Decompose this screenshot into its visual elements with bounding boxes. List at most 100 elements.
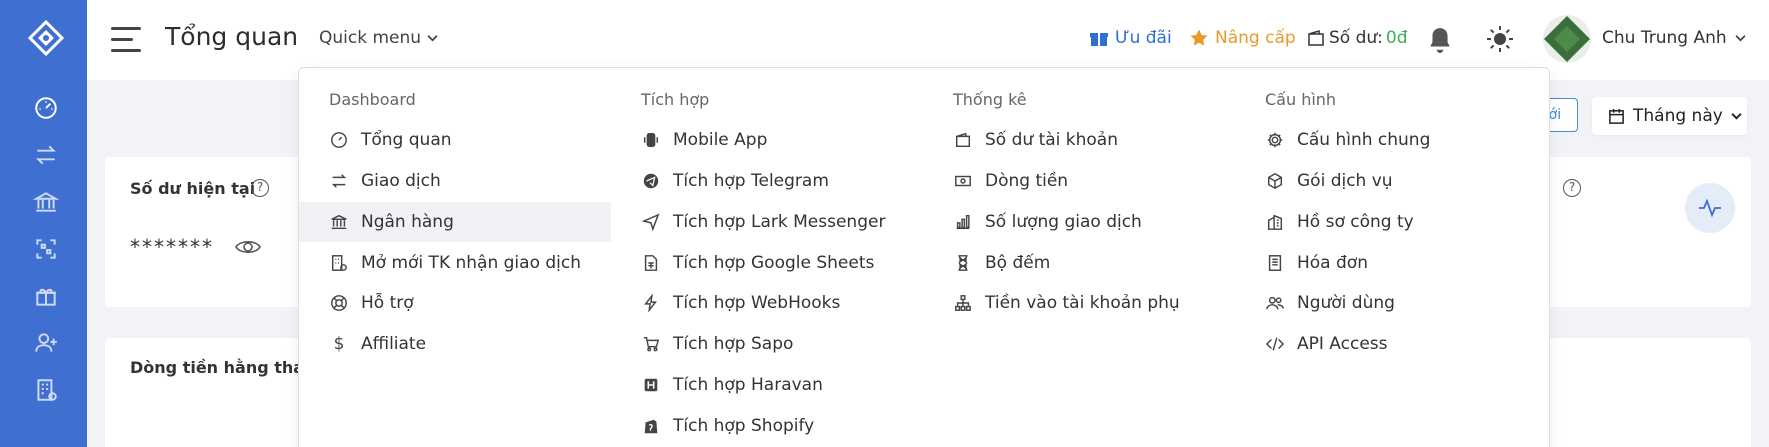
shopify-icon: [641, 416, 661, 436]
menu-item-overview[interactable]: Tổng quan: [299, 120, 611, 160]
help-icon[interactable]: ?: [251, 179, 269, 197]
sidebar-item-transactions[interactable]: [33, 142, 59, 168]
balance-indicator[interactable]: Số dư: 0đ: [1306, 28, 1408, 48]
menu-item-sapo[interactable]: Tích hợp Sapo: [611, 324, 923, 364]
sidebar-item-gift[interactable]: [33, 283, 59, 309]
user-plus-icon: [35, 333, 57, 352]
menu-item-invoice[interactable]: Hóa đơn: [1235, 243, 1547, 283]
menu-item-label: Mở mới TK nhận giao dịch: [361, 253, 582, 273]
month-filter-button[interactable]: Tháng này: [1592, 97, 1747, 135]
menu-item-label: Hồ sơ công ty: [1297, 212, 1414, 232]
menu-item-counter[interactable]: Bộ đếm: [923, 243, 1235, 283]
bank-icon: [32, 192, 60, 212]
sidebar-item-bank[interactable]: [32, 189, 60, 215]
sidebar-item-dashboard[interactable]: [33, 95, 59, 121]
menu-item-telegram[interactable]: Tích hợp Telegram: [611, 161, 923, 201]
sidebar-item-building[interactable]: [33, 377, 59, 403]
menu-item-label: Tích hợp Shopify: [673, 416, 815, 436]
user-menu[interactable]: Chu Trung Anh: [1602, 28, 1746, 48]
menu-item-label: Hóa đơn: [1297, 253, 1368, 273]
dollar-icon: $: [333, 334, 345, 354]
menu-item-label: Tích hợp Lark Messenger: [673, 212, 886, 232]
logo[interactable]: [27, 19, 65, 57]
menu-column-title: Dashboard: [329, 90, 416, 109]
menu-item-affiliate[interactable]: $ Affiliate: [299, 324, 611, 364]
menu-item-haravan[interactable]: Tích hợp Haravan: [611, 365, 923, 405]
logo-icon: [27, 19, 65, 57]
balance-value: 0đ: [1385, 28, 1408, 48]
menu-item-label: Mobile App: [673, 130, 768, 150]
invoice-icon: [1265, 253, 1285, 273]
help-icon[interactable]: ?: [1563, 179, 1581, 197]
menu-item-bank[interactable]: Ngân hàng: [299, 202, 611, 242]
mobile-app-icon: [641, 130, 661, 150]
menu-item-google-sheets[interactable]: Tích hợp Google Sheets: [611, 243, 923, 283]
menu-item-transactions[interactable]: Giao dịch: [299, 161, 611, 201]
gauge-icon: [35, 97, 57, 119]
theme-toggle-icon[interactable]: [1485, 24, 1515, 54]
sidebar-item-add-user[interactable]: [33, 330, 59, 356]
wallet-icon: [1308, 29, 1324, 46]
menu-item-label: Tích hợp Google Sheets: [673, 253, 875, 273]
quick-menu-button[interactable]: Quick menu: [319, 28, 438, 48]
menu-item-open-account[interactable]: Mở mới TK nhận giao dịch: [299, 243, 611, 283]
calendar-icon: [1609, 108, 1624, 124]
balance-masked-value: *******: [130, 235, 214, 259]
lightning-icon: [641, 293, 661, 313]
menu-item-company-profile[interactable]: Hồ sơ công ty: [1235, 202, 1547, 242]
menu-item-label: Tích hợp WebHooks: [673, 293, 841, 313]
menu-item-cashflow[interactable]: Dòng tiền: [923, 161, 1235, 201]
star-icon: [1190, 29, 1208, 46]
sidebar: [0, 0, 87, 447]
menu-item-shopify[interactable]: Tích hợp Shopify: [611, 406, 923, 446]
menu-item-label: Cấu hình chung: [1297, 130, 1431, 150]
box-icon: [1265, 171, 1285, 191]
menu-item-label: Tổng quan: [361, 130, 452, 150]
menu-item-transaction-count[interactable]: Số lượng giao dịch: [923, 202, 1235, 242]
menu-item-users[interactable]: Người dùng: [1235, 283, 1547, 323]
menu-item-label: Tiền vào tài khoản phụ: [985, 293, 1180, 313]
activity-button[interactable]: [1685, 183, 1735, 233]
menu-item-label: Giao dịch: [361, 171, 441, 191]
avatar[interactable]: [1542, 14, 1592, 64]
menu-item-label: Dòng tiền: [985, 171, 1069, 191]
sidebar-item-qr[interactable]: [33, 236, 59, 262]
menu-item-mobile-app[interactable]: Mobile App: [611, 120, 923, 160]
menu-item-sub-account[interactable]: Tiền vào tài khoản phụ: [923, 283, 1235, 323]
gear-icon: [1265, 130, 1285, 150]
menu-item-account-balance[interactable]: Số dư tài khoản: [923, 120, 1235, 160]
month-filter-label: Tháng này: [1633, 106, 1723, 126]
notification-bell-icon[interactable]: [1427, 26, 1453, 54]
menu-item-label: Gói dịch vụ: [1297, 171, 1393, 191]
menu-column-title: Tích hợp: [641, 90, 710, 109]
company-icon: [1265, 212, 1285, 232]
menu-item-label: Số dư tài khoản: [985, 130, 1118, 150]
menu-item-label: Tích hợp Sapo: [673, 334, 794, 354]
gift-icon: [1090, 33, 1108, 46]
haravan-icon: [641, 375, 661, 395]
offer-link[interactable]: Ưu đãi: [1089, 28, 1172, 48]
swap-icon: [36, 145, 56, 165]
activity-icon: [1699, 198, 1721, 218]
menu-item-api-access[interactable]: API Access: [1235, 324, 1547, 364]
menu-item-label: Ngân hàng: [361, 212, 454, 232]
bank-icon: [329, 212, 349, 232]
menu-item-label: Tích hợp Telegram: [673, 171, 829, 191]
menu-item-label: Số lượng giao dịch: [985, 212, 1142, 232]
bars-icon: [953, 212, 973, 232]
chevron-down-icon: [1735, 35, 1746, 42]
menu-item-general-settings[interactable]: Cấu hình chung: [1235, 120, 1547, 160]
cash-icon: [953, 171, 973, 191]
page-title: Tổng quan: [165, 22, 299, 51]
menu-toggle-icon[interactable]: [111, 27, 141, 53]
balance-card-title: Số dư hiện tại: [130, 179, 256, 198]
sheet-icon: [641, 253, 661, 273]
users-icon: [1265, 293, 1285, 313]
eye-icon[interactable]: [235, 236, 261, 258]
menu-item-support[interactable]: Hỗ trợ: [299, 283, 611, 323]
menu-item-label: API Access: [1297, 334, 1388, 354]
upgrade-link[interactable]: Nâng cấp: [1189, 28, 1296, 48]
menu-item-webhooks[interactable]: Tích hợp WebHooks: [611, 283, 923, 323]
menu-item-service-plan[interactable]: Gói dịch vụ: [1235, 161, 1547, 201]
menu-item-lark[interactable]: Tích hợp Lark Messenger: [611, 202, 923, 242]
